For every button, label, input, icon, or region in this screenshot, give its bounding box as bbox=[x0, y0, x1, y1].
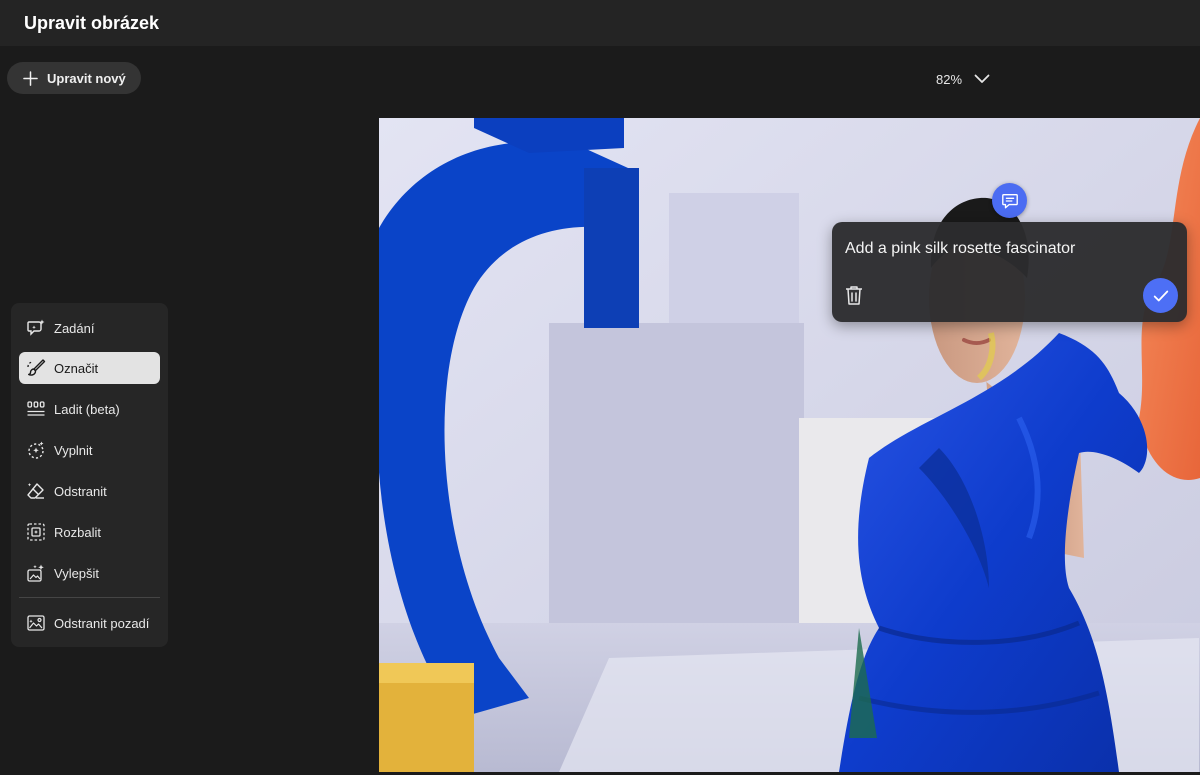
tool-label: Vylepšit bbox=[54, 565, 100, 581]
tool-label: Zadání bbox=[54, 320, 95, 336]
plus-icon bbox=[23, 70, 38, 86]
tool-remove[interactable]: Odstranit bbox=[19, 475, 160, 507]
tool-label: Ladit (beta) bbox=[54, 401, 120, 417]
zoom-value: 82% bbox=[936, 71, 963, 87]
tool-prompt[interactable]: Zadání bbox=[19, 312, 160, 344]
tool-remove-background[interactable]: Odstranit pozadí bbox=[19, 607, 160, 639]
comment-marker[interactable] bbox=[992, 183, 1027, 218]
tool-select[interactable]: Označit bbox=[19, 352, 160, 384]
tool-divider bbox=[19, 597, 160, 598]
prompt-sparkle-icon bbox=[27, 319, 45, 336]
chevron-down-icon bbox=[974, 74, 990, 83]
remove-background-icon bbox=[27, 615, 45, 631]
tool-fill[interactable]: Vyplnit bbox=[19, 434, 160, 466]
eraser-icon bbox=[27, 483, 44, 499]
prompt-text[interactable]: Add a pink silk rosette fascinator bbox=[845, 240, 1075, 258]
fill-icon bbox=[28, 441, 44, 459]
trash-icon[interactable] bbox=[844, 284, 864, 306]
tool-enhance[interactable]: Vylepšit bbox=[19, 557, 160, 589]
tool-label: Odstranit bbox=[54, 483, 107, 499]
new-edit-button[interactable]: Upravit nový bbox=[7, 62, 141, 94]
tool-adjust[interactable]: Ladit (beta) bbox=[19, 393, 160, 425]
expand-icon bbox=[27, 523, 45, 541]
page-title: Upravit obrázek bbox=[24, 12, 160, 33]
edited-image bbox=[379, 118, 1200, 772]
zoom-dropdown[interactable]: 82% bbox=[936, 68, 990, 90]
tool-label: Vyplnit bbox=[54, 442, 93, 458]
new-edit-label: Upravit nový bbox=[47, 70, 126, 86]
prompt-card: Add a pink silk rosette fascinator bbox=[832, 222, 1187, 322]
tool-label: Označit bbox=[54, 360, 99, 376]
tool-label: Odstranit pozadí bbox=[54, 615, 150, 631]
comment-icon bbox=[1001, 193, 1018, 208]
brush-select-icon bbox=[27, 359, 46, 376]
image-canvas[interactable] bbox=[379, 118, 1200, 772]
tool-panel: Zadání Označit Ladit (beta) Vyplnit Odst… bbox=[11, 303, 168, 647]
enhance-icon bbox=[27, 564, 44, 582]
tool-label: Rozbalit bbox=[54, 524, 101, 540]
title-bar: Upravit obrázek bbox=[0, 0, 1200, 46]
tool-expand[interactable]: Rozbalit bbox=[19, 516, 160, 548]
adjust-sliders-icon bbox=[27, 401, 45, 416]
confirm-button[interactable] bbox=[1143, 278, 1178, 313]
checkmark-icon bbox=[1153, 290, 1168, 301]
